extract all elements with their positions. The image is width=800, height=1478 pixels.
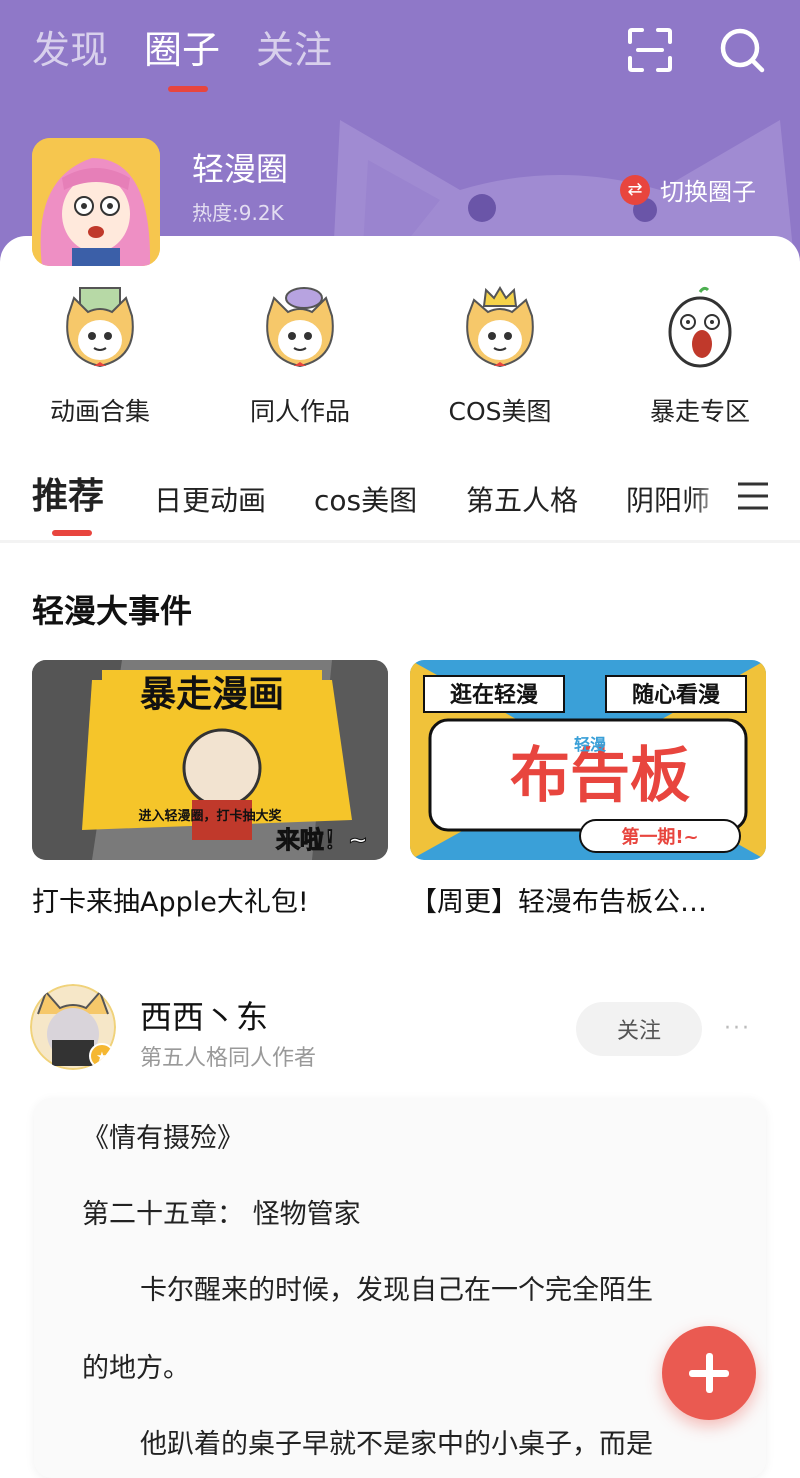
quick-entry-fanwork[interactable]: 同人作品 [200, 286, 400, 428]
banner-art: 暴走漫画 进入轻漫圈，打卡抽大奖 来啦！~ [32, 660, 388, 860]
circle-name: 轻漫圈 [192, 150, 289, 188]
post-card[interactable]: 《情有摄殓》 第二十五章： 怪物管家 卡尔醒来的时候，发现自己在一个完全陌生 的… [34, 1098, 766, 1478]
tab-discover[interactable]: 发现 [32, 24, 108, 76]
top-tab-bar: 发现 圈子 关注 [32, 24, 332, 92]
circle-avatar[interactable] [32, 138, 160, 266]
content-sheet: 动画合集 同人作品 COS美图 暴走专区 推荐 日更动画 cos美图 第五人格 … [0, 236, 800, 1478]
rage-face-icon [668, 286, 732, 368]
switch-icon: ⇄ [620, 174, 650, 205]
banner-caption[interactable]: 打卡来抽Apple大礼包! [32, 880, 372, 919]
cat-mascot-book-icon [66, 287, 134, 368]
event-banner-board[interactable]: 逛在轻漫 随心看漫 布告板 轻漫 第一期!~ [410, 660, 766, 860]
tab-circle-label: 圈子 [144, 28, 221, 72]
quick-entry-label: COS美图 [448, 397, 552, 426]
post-title: 《情有摄殓》 [82, 1123, 244, 1154]
banner-art-tag: 来啦！~ [276, 826, 368, 854]
banner-art-top-left: 逛在轻漫 [450, 682, 538, 708]
section-title: 轻漫大事件 [32, 592, 193, 630]
quick-entry-animation[interactable]: 动画合集 [0, 286, 200, 428]
active-category-indicator [52, 530, 92, 536]
tab-circle[interactable]: 圈子 [144, 24, 221, 92]
more-options-icon[interactable]: ··· [724, 1016, 751, 1041]
banner-art-sub: 进入轻漫圈，打卡抽大奖 [138, 808, 282, 824]
category-tab-bar: 推荐 日更动画 cos美图 第五人格 阴阳师 [0, 472, 800, 542]
switch-circle-button[interactable]: ⇄ 切换圈子 [620, 172, 756, 207]
post-chapter: 第二十五章： 怪物管家 [82, 1199, 361, 1230]
tab-daily-animation[interactable]: 日更动画 [154, 476, 266, 526]
anime-girl-avatar-icon [32, 138, 160, 266]
quick-entry-cos[interactable]: COS美图 [400, 286, 600, 428]
tab-recommend[interactable]: 推荐 [32, 472, 104, 522]
tab-identity-v[interactable]: 第五人格 [466, 476, 578, 526]
quick-entry-label: 动画合集 [49, 397, 150, 426]
quick-entry-baozou[interactable]: 暴走专区 [600, 286, 800, 428]
tab-fade [690, 472, 730, 528]
scan-icon[interactable] [624, 24, 676, 76]
cat-mascot-crown-icon [466, 286, 534, 368]
cat-mascot-palette-icon [266, 287, 334, 368]
divider [0, 540, 800, 543]
follow-button[interactable]: 关注 [576, 1002, 702, 1056]
circle-heat: 热度:9.2K [192, 201, 284, 225]
create-post-button[interactable] [662, 1326, 756, 1420]
switch-circle-label: 切换圈子 [660, 178, 756, 206]
banner-art: 逛在轻漫 随心看漫 布告板 轻漫 第一期!~ [410, 660, 766, 860]
banner-art-issue: 第一期!~ [621, 826, 698, 848]
author-description: 第五人格同人作者 [140, 1046, 317, 1071]
menu-icon[interactable] [736, 476, 770, 516]
banner-art-mid: 轻漫 [574, 735, 606, 754]
search-icon[interactable] [716, 24, 768, 76]
post-paragraph-line: 的地方。 [82, 1353, 190, 1384]
post-paragraph-line: 他趴着的桌子早就不是家中的小桌子，而是 [140, 1429, 653, 1460]
quick-entry-label: 同人作品 [249, 397, 350, 426]
active-tab-indicator [168, 86, 209, 92]
svg-text:★: ★ [96, 1050, 108, 1065]
banner-art-title: 暴走漫画 [140, 674, 284, 715]
quick-entry-label: 暴走专区 [649, 397, 750, 426]
event-banner-checkin[interactable]: 暴走漫画 进入轻漫圈，打卡抽大奖 来啦！~ [32, 660, 388, 860]
tab-following[interactable]: 关注 [256, 24, 332, 76]
author-name[interactable]: 西西丶东 [140, 992, 268, 1038]
banner-caption[interactable]: 【周更】轻漫布告板公… [410, 880, 766, 919]
author-avatar[interactable]: ★ [30, 984, 116, 1070]
post-paragraph-line: 卡尔醒来的时候，发现自己在一个完全陌生 [140, 1275, 653, 1306]
banner-art-top-right: 随心看漫 [632, 682, 720, 708]
tab-cos[interactable]: cos美图 [314, 476, 417, 526]
